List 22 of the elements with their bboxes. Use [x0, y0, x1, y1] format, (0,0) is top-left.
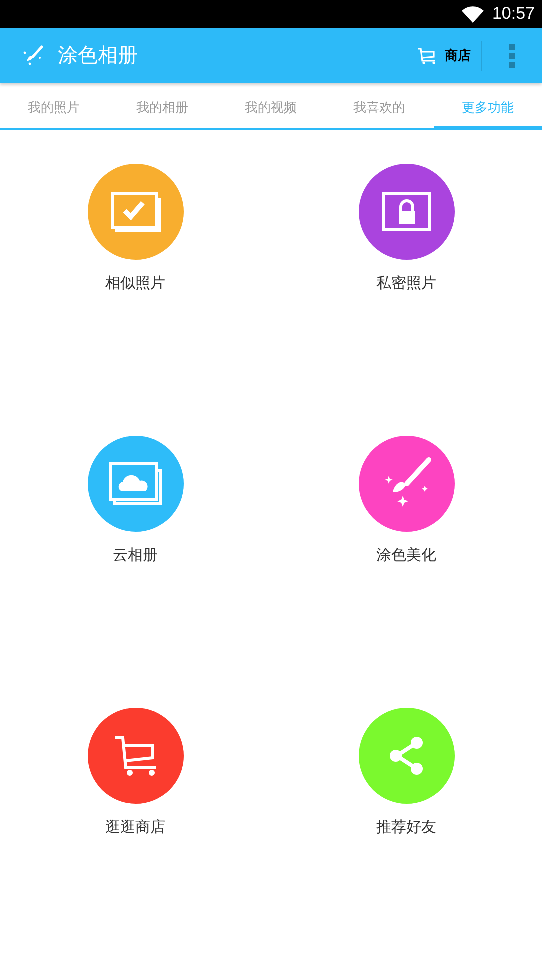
- feature-label: 私密照片: [376, 274, 436, 293]
- feature-label: 涂色美化: [376, 546, 436, 565]
- feature-label: 逛逛商店: [106, 818, 166, 837]
- cloud-photo-icon: [108, 462, 162, 506]
- more-icon: [509, 44, 515, 68]
- photos-check-icon: [110, 192, 160, 232]
- store-button[interactable]: 商店: [417, 40, 482, 70]
- tab[interactable]: 我的视频: [216, 83, 326, 130]
- app-title: 涂色相册: [58, 42, 139, 69]
- tab[interactable]: 我的相册: [108, 83, 217, 130]
- feature-label: 云相册: [113, 546, 158, 565]
- feature-label: 推荐好友: [376, 818, 436, 837]
- feature-label: 相似照片: [106, 274, 166, 293]
- tab[interactable]: 更多功能: [434, 83, 542, 130]
- lock-icon: [382, 192, 432, 232]
- tab[interactable]: 我喜欢的: [325, 83, 434, 130]
- wifi-icon: [462, 6, 484, 22]
- cart-icon: [112, 734, 158, 778]
- cart-icon: [417, 46, 437, 64]
- tab[interactable]: 我的照片: [0, 83, 108, 130]
- brush-icon: [22, 44, 44, 66]
- clock-time: 10:57: [492, 4, 535, 24]
